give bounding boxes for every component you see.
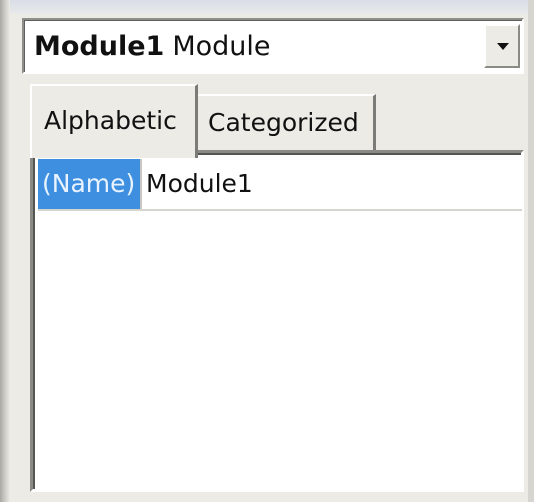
object-selector-dropdown[interactable]: Module1 Module [22,18,524,74]
window-border-right [528,0,534,502]
object-type: Module [172,31,271,62]
property-row-name[interactable]: (Name) Module1 [38,159,522,211]
object-selector-text: Module1 Module [34,28,271,66]
properties-window: Module1 Module Alphabetic Categorized (Na… [0,0,534,502]
tab-categorized[interactable]: Categorized [198,94,376,152]
tab-alphabetic[interactable]: Alphabetic [30,84,198,158]
property-grid-empty-area [38,213,522,485]
dropdown-button[interactable] [484,24,520,68]
tab-categorized-label: Categorized [208,108,359,137]
property-value-cell[interactable]: Module1 [146,159,253,209]
chevron-down-icon [497,43,509,50]
title-bar-edge [0,0,534,14]
property-grid: (Name) Module1 [30,150,524,492]
property-name-cell[interactable]: (Name) [38,159,142,209]
window-border [0,0,10,502]
object-name: Module1 [34,31,165,62]
tab-alphabetic-label: Alphabetic [44,106,177,135]
